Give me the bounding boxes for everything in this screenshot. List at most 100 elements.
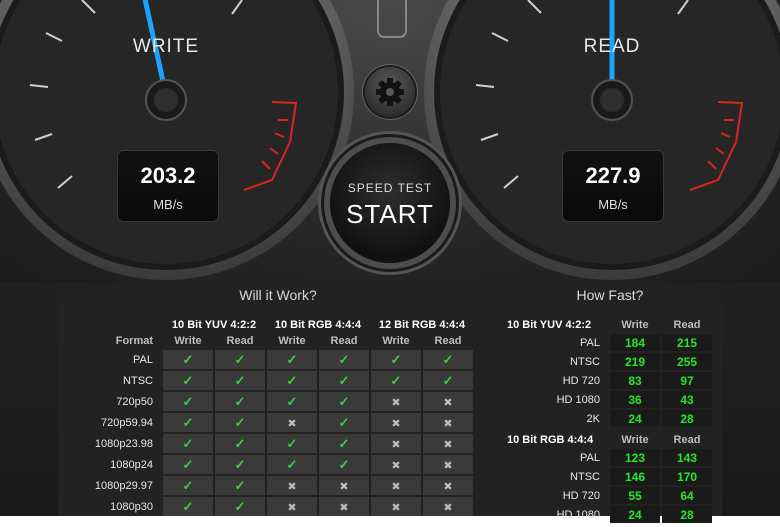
checkmark-icon: ✓ <box>215 371 265 390</box>
write-fps-value: 24 <box>610 506 660 523</box>
start-button[interactable]: SPEED TEST START <box>330 143 450 263</box>
how-fast-table: 10 Bit RGB 4:4:4 Write Read PAL 123 143 NTSC 14… <box>504 431 714 525</box>
checkmark-icon: ✓ <box>215 392 265 411</box>
results-panel: Will it Work? How Fast? 10 Bit YUV 4:2:2… <box>58 282 722 523</box>
cross-icon: ✖ <box>319 497 369 516</box>
table-row: NTSC ✓ ✓ ✓ ✓ ✓ ✓ <box>64 371 473 390</box>
format-label: NTSC <box>123 374 153 387</box>
checkmark-icon: ✓ <box>163 392 213 411</box>
format-label: NTSC <box>570 470 600 483</box>
cross-icon: ✖ <box>423 413 473 432</box>
read-column-header: Read <box>226 335 254 347</box>
table-row: 1080p24 ✓ ✓ ✓ ✓ ✖ ✖ <box>64 455 473 474</box>
cross-icon: ✖ <box>371 455 421 474</box>
gear-icon <box>376 78 404 106</box>
write-fps-value: 219 <box>610 353 660 370</box>
format-label: HD 720 <box>562 489 600 502</box>
write-speed-value: 203.2 <box>140 163 196 188</box>
settings-button[interactable] <box>365 67 415 117</box>
write-column-header: Write <box>278 335 306 347</box>
checkmark-icon: ✓ <box>319 392 369 411</box>
cross-icon: ✖ <box>423 476 473 495</box>
write-readout: 203.2 MB/s <box>117 150 219 222</box>
table-row: 720p59.94 ✓ ✓ ✖ ✓ ✖ ✖ <box>64 413 473 432</box>
group-header: 10 Bit YUV 4:2:2 <box>507 319 592 331</box>
will-it-work-title: Will it Work? <box>239 287 317 303</box>
read-fps-value: 143 <box>662 449 712 466</box>
checkmark-icon: ✓ <box>371 350 421 369</box>
table-row: HD 1080 36 43 <box>506 391 712 408</box>
write-column-header: Write <box>621 434 649 446</box>
format-column-header: Format <box>115 335 153 347</box>
format-label: PAL <box>133 353 153 366</box>
checkmark-icon: ✓ <box>215 434 265 453</box>
checkmark-icon: ✓ <box>267 455 317 474</box>
cross-icon: ✖ <box>371 476 421 495</box>
read-label: READ <box>583 36 641 57</box>
checkmark-icon: ✓ <box>267 371 317 390</box>
write-fps-value: 184 <box>610 334 660 351</box>
checkmark-icon: ✓ <box>163 476 213 495</box>
read-column-header: Read <box>434 335 462 347</box>
table-row: 2K 24 28 <box>506 410 712 427</box>
how-fast-title: How Fast? <box>576 287 644 303</box>
read-fps-value: 215 <box>662 334 712 351</box>
checkmark-icon: ✓ <box>423 350 473 369</box>
checkmark-icon: ✓ <box>215 413 265 432</box>
cross-icon: ✖ <box>267 413 317 432</box>
start-button-label: START <box>346 199 434 229</box>
table-row: NTSC 146 170 <box>506 468 712 485</box>
checkmark-icon: ✓ <box>319 371 369 390</box>
checkmark-icon: ✓ <box>267 350 317 369</box>
will-it-work-table: 10 Bit YUV 4:2:2 10 Bit RGB 4:4:4 12 Bit… <box>62 316 475 518</box>
checkmark-icon: ✓ <box>423 371 473 390</box>
checkmark-icon: ✓ <box>319 434 369 453</box>
format-label: 1080p23.98 <box>94 437 153 450</box>
write-column-header: Write <box>382 335 410 347</box>
write-fps-value: 55 <box>610 487 660 504</box>
cross-icon: ✖ <box>371 497 421 516</box>
format-label: 720p50 <box>116 395 153 408</box>
cross-icon: ✖ <box>371 413 421 432</box>
checkmark-icon: ✓ <box>163 413 213 432</box>
checkmark-icon: ✓ <box>267 434 317 453</box>
cross-icon: ✖ <box>423 392 473 411</box>
read-fps-value: 28 <box>662 410 712 427</box>
group-header: 10 Bit RGB 4:4:4 <box>274 319 362 331</box>
checkmark-icon: ✓ <box>267 392 317 411</box>
group-header: 10 Bit YUV 4:2:2 <box>171 319 257 331</box>
read-fps-value: 255 <box>662 353 712 370</box>
read-speed-unit: MB/s <box>598 197 628 212</box>
format-label: HD 1080 <box>556 393 600 406</box>
cross-icon: ✖ <box>267 497 317 516</box>
read-readout: 227.9 MB/s <box>562 150 664 222</box>
table-row: PAL 123 143 <box>506 449 712 466</box>
checkmark-icon: ✓ <box>215 455 265 474</box>
group-header: 12 Bit RGB 4:4:4 <box>378 319 466 331</box>
disk-speed-test-window: WRITE 203.2 MB/s READ 227.9 MB/s SPEED T… <box>0 0 780 523</box>
cross-icon: ✖ <box>423 434 473 453</box>
format-label: HD 720 <box>562 374 600 387</box>
checkmark-icon: ✓ <box>163 455 213 474</box>
will-it-work-rows: PAL ✓ ✓ ✓ ✓ ✓ ✓ NTSC ✓ ✓ ✓ ✓ ✓ ✓ 720p50 ✓ ✓ ✓ ✓ ✖ ✖ 720p59.94… <box>64 350 473 516</box>
table-row: 1080p29.97 ✓ ✓ ✖ ✖ ✖ ✖ <box>64 476 473 495</box>
format-label: 720p59.94 <box>101 416 153 429</box>
checkmark-icon: ✓ <box>319 455 369 474</box>
write-speed-unit: MB/s <box>153 197 183 212</box>
format-label: NTSC <box>570 355 600 368</box>
table-row: HD 720 55 64 <box>506 487 712 504</box>
checkmark-icon: ✓ <box>371 371 421 390</box>
write-fps-value: 123 <box>610 449 660 466</box>
write-fps-value: 24 <box>610 410 660 427</box>
logo-mark <box>377 0 407 38</box>
cross-icon: ✖ <box>267 476 317 495</box>
gauge-panel: WRITE 203.2 MB/s READ 227.9 MB/s SPEED T… <box>0 0 780 282</box>
format-label: 1080p30 <box>110 500 153 513</box>
format-label: PAL <box>580 451 600 464</box>
start-button-subtitle: SPEED TEST <box>347 181 433 195</box>
write-fps-value: 83 <box>610 372 660 389</box>
write-fps-value: 36 <box>610 391 660 408</box>
write-column-header: Write <box>621 319 649 331</box>
cross-icon: ✖ <box>423 497 473 516</box>
read-speed-value: 227.9 <box>585 163 641 188</box>
